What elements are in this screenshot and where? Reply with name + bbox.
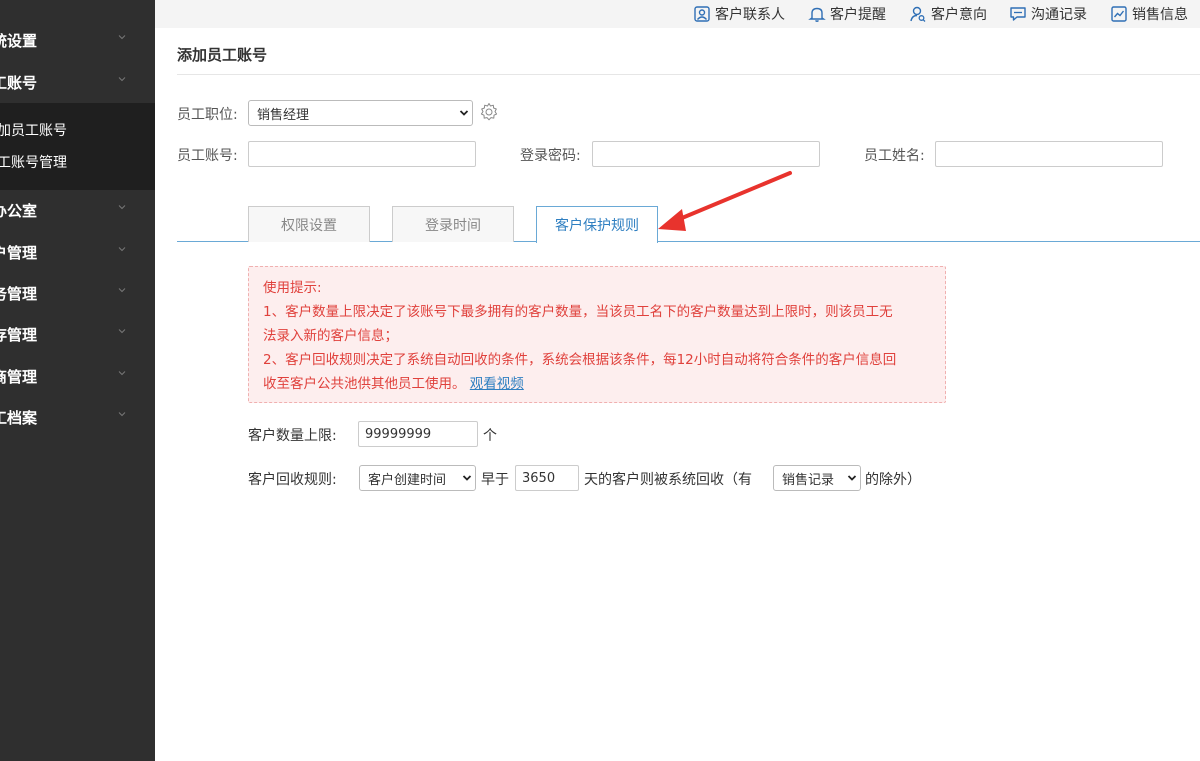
sidebar-subitem-manage-accounts[interactable]: 工账号管理 [0, 146, 155, 176]
notice-text: 2、客户回收规则决定了系统自动回收的条件，系统会根据该条件，每12小时自动将符合… [263, 352, 897, 368]
user-search-icon [909, 5, 927, 23]
password-label: 登录密码: [520, 148, 581, 164]
recycle-exception-select[interactable]: 销售记录 [773, 465, 861, 491]
contact-card-icon [693, 5, 711, 23]
recycle-suffix-text: 天的客户则被系统回收（有 [584, 472, 752, 488]
page-title: 添加员工账号 [177, 46, 268, 64]
sidebar-item-label: 工账号 [0, 74, 37, 92]
notice-text: 法录入新的客户信息； [263, 328, 398, 344]
account-input[interactable] [248, 141, 476, 167]
sidebar-subitem-label: 工账号管理 [0, 155, 67, 171]
chevron-down-icon [118, 75, 126, 83]
sidebar-subitem-label: 加员工账号 [0, 123, 67, 139]
top-link-customer-reminders[interactable]: 客户提醒 [808, 4, 886, 24]
sidebar-submenu: 加员工账号 工账号管理 [0, 103, 155, 190]
sidebar-item-office[interactable]: 动办公室 [0, 190, 155, 230]
account-label: 员工账号: [177, 148, 238, 164]
position-select-value: 销售经理 [257, 107, 310, 123]
position-label: 员工职位: [177, 107, 238, 123]
recycle-basis-select[interactable]: 客户创建时间 [359, 465, 476, 491]
sidebar-item-label: 务管理 [0, 285, 37, 303]
sidebar-item-label: 应商管理 [0, 368, 37, 386]
top-link-sales-info[interactable]: 销售信息 [1110, 4, 1188, 24]
recycle-basis-value: 客户创建时间 [368, 472, 447, 488]
usage-notice: 使用提示: 1、客户数量上限决定了该账号下最多拥有的客户数量，当该员工名下的客户… [248, 266, 946, 403]
sidebar: 统设置 工账号 加员工账号 工账号管理 动办公室 户管理 务管理 存管理 应商管… [0, 0, 155, 761]
gear-icon[interactable] [479, 102, 499, 122]
chevron-down-icon [844, 466, 860, 490]
name-label: 员工姓名: [864, 148, 925, 164]
customer-limit-input[interactable] [358, 421, 478, 447]
sidebar-item-customers[interactable]: 户管理 [0, 232, 155, 272]
name-input[interactable] [935, 141, 1163, 167]
sidebar-item-inventory[interactable]: 存管理 [0, 314, 155, 354]
recycle-tail-text: 的除外） [865, 472, 921, 488]
notice-text: 1、客户数量上限决定了该账号下最多拥有的客户数量，当该员工名下的客户数量达到上限… [263, 304, 893, 320]
arrow-annotation-icon [658, 171, 792, 231]
chat-icon [1009, 5, 1027, 23]
sidebar-item-employee-accounts[interactable]: 工账号 [0, 62, 155, 102]
top-link-label: 客户联系人 [715, 7, 785, 23]
recycle-days-input[interactable] [515, 465, 579, 491]
tab-customer-protection[interactable]: 客户保护规则 [536, 206, 658, 243]
top-link-label: 客户意向 [931, 7, 987, 23]
top-link-customer-intent[interactable]: 客户意向 [909, 4, 987, 24]
top-toolbar: 客户联系人 客户提醒 客户意向 沟通记录 销售信息 [155, 0, 1200, 28]
chevron-down-icon [456, 101, 472, 125]
chevron-down-icon [459, 466, 475, 490]
password-input[interactable] [592, 141, 820, 167]
chevron-down-icon [118, 410, 126, 418]
title-divider [177, 74, 1200, 75]
sidebar-subitem-add-employee[interactable]: 加员工账号 [0, 114, 155, 144]
tab-login-time[interactable]: 登录时间 [392, 206, 514, 242]
chevron-down-icon [118, 203, 126, 211]
chevron-down-icon [118, 327, 126, 335]
sidebar-item-label: 动办公室 [0, 202, 37, 220]
sidebar-item-label: 户管理 [0, 244, 37, 262]
earlier-than-text: 早于 [481, 472, 509, 488]
tab-permissions[interactable]: 权限设置 [248, 206, 370, 242]
top-link-label: 沟通记录 [1031, 7, 1087, 23]
chevron-down-icon [118, 33, 126, 41]
bell-icon [808, 5, 826, 23]
position-select[interactable]: 销售经理 [248, 100, 473, 126]
sidebar-item-label: 统设置 [0, 32, 37, 50]
sidebar-item-label: 存管理 [0, 326, 37, 344]
notice-heading: 使用提示: [263, 280, 322, 296]
chevron-down-icon [118, 286, 126, 294]
top-link-customer-contacts[interactable]: 客户联系人 [693, 4, 785, 24]
recycle-rule-label: 客户回收规则: [248, 472, 337, 488]
watch-video-link[interactable]: 观看视频 [470, 376, 524, 392]
sidebar-item-system-settings[interactable]: 统设置 [0, 20, 155, 60]
top-link-label: 销售信息 [1132, 7, 1188, 23]
customer-limit-unit: 个 [483, 428, 497, 444]
sidebar-item-employee-files[interactable]: 工档案 [0, 397, 155, 437]
top-link-communication-records[interactable]: 沟通记录 [1009, 4, 1087, 24]
chevron-down-icon [118, 245, 126, 253]
chart-icon [1110, 5, 1128, 23]
recycle-exception-value: 销售记录 [782, 472, 835, 488]
sidebar-item-suppliers[interactable]: 应商管理 [0, 356, 155, 396]
notice-text: 收至客户公共池供其他员工使用。 [263, 376, 466, 392]
sidebar-item-label: 工档案 [0, 409, 37, 427]
customer-limit-label: 客户数量上限: [248, 428, 337, 444]
sidebar-item-finance[interactable]: 务管理 [0, 273, 155, 313]
chevron-down-icon [118, 369, 126, 377]
top-link-label: 客户提醒 [830, 7, 886, 23]
